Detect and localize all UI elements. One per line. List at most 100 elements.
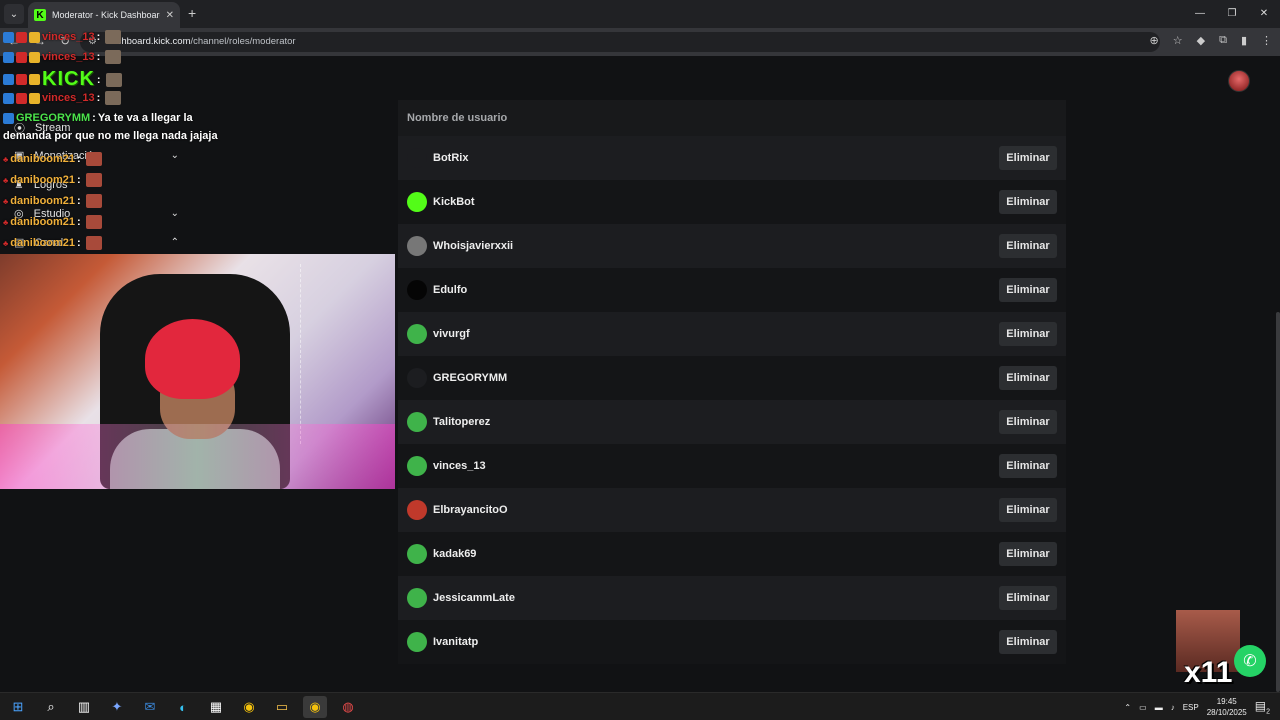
monetization-icon: ▣ <box>14 150 25 162</box>
avatar <box>407 280 427 300</box>
moderator-username: ElbrayancitoO <box>433 504 508 516</box>
chevron-down-icon: ⌄ <box>170 150 179 161</box>
browser-tab-bar: ⌄ K Moderator - Kick Dashboard ✕ + — ❐ ✕ <box>0 0 1280 28</box>
close-window-icon[interactable]: ✕ <box>1248 0 1280 28</box>
bookmark-star-icon[interactable]: ☆ <box>1173 34 1183 47</box>
sidebar-item-label: Stream <box>35 122 71 134</box>
channel-icon: ▤ <box>14 237 25 249</box>
minimize-icon[interactable]: — <box>1184 0 1216 28</box>
clock[interactable]: 19:45 28/10/2025 <box>1207 696 1247 718</box>
language-indicator[interactable]: ESP <box>1183 703 1199 712</box>
chevron-up-icon: ⌃ <box>170 237 179 248</box>
tab-search-button[interactable]: ⌄ <box>4 4 24 24</box>
url-host: dashboard.kick.com <box>106 36 191 47</box>
browser-tab-active[interactable]: K Moderator - Kick Dashboard ✕ <box>28 2 180 28</box>
table-row: Whoisjavierxxii Eliminar <box>398 224 1066 268</box>
windows-start-icon[interactable]: ⊞ <box>6 696 30 718</box>
avatar <box>407 588 427 608</box>
outlook-icon[interactable]: ✉ <box>138 696 162 718</box>
zoom-icon[interactable]: ⊕ <box>1150 34 1159 47</box>
sidebar-item-achievements[interactable]: ♜ Logros <box>14 178 179 192</box>
remove-moderator-button[interactable]: Eliminar <box>999 234 1057 258</box>
table-row: BotRix Eliminar <box>398 136 1066 180</box>
nav-buttons: ← → ↻ <box>8 34 70 48</box>
moderator-username: BotRix <box>433 152 469 164</box>
reaction-count: x11 <box>1184 656 1233 689</box>
browser-address-bar: ← → ↻ ⚙ dashboard.kick.com/channel/roles… <box>0 28 1280 56</box>
remove-moderator-button[interactable]: Eliminar <box>999 146 1057 170</box>
remove-moderator-button[interactable]: Eliminar <box>999 190 1057 214</box>
remove-moderator-button[interactable]: Eliminar <box>999 322 1057 346</box>
menu-kebab-icon[interactable]: ⋮ <box>1261 34 1272 47</box>
restore-icon[interactable]: ❐ <box>1216 0 1248 28</box>
moderator-username: GREGORYMM <box>433 372 508 384</box>
table-row: Ivanitatp Eliminar <box>398 620 1066 664</box>
table-row: vinces_13 Eliminar <box>398 444 1066 488</box>
tab-close-icon[interactable]: ✕ <box>166 10 174 21</box>
sidebar-item-studio[interactable]: ◎ Estudio ⌄ <box>14 207 179 221</box>
remove-moderator-button[interactable]: Eliminar <box>999 498 1057 522</box>
sidebar-item-label: Canal <box>34 236 64 249</box>
moderators-table: Nombre de usuario BotRix Eliminar KickBot E… <box>398 100 1066 664</box>
kick-favicon-icon: K <box>34 9 46 21</box>
avatar <box>407 192 427 212</box>
chrome-active-icon[interactable]: ◉ <box>303 696 327 718</box>
obs-icon[interactable]: ◍ <box>336 696 360 718</box>
trophy-icon: ♜ <box>14 179 24 191</box>
edge-icon[interactable]: ◐ <box>171 696 195 718</box>
remove-moderator-button[interactable]: Eliminar <box>999 630 1057 654</box>
new-tab-button[interactable]: + <box>188 5 196 21</box>
chevron-up-icon[interactable]: ⌃ <box>1124 703 1131 712</box>
forward-icon[interactable]: → <box>34 34 46 48</box>
remove-moderator-button[interactable]: Eliminar <box>999 542 1057 566</box>
table-row: JessicammLate Eliminar <box>398 576 1066 620</box>
copilot-icon[interactable]: ✦ <box>105 696 129 718</box>
reload-icon[interactable]: ↻ <box>60 34 70 48</box>
avatar <box>407 456 427 476</box>
moderator-username: vivurgf <box>433 328 470 340</box>
remove-moderator-button[interactable]: Eliminar <box>999 454 1057 478</box>
extensions-puzzle-icon[interactable]: ⧉ <box>1219 34 1227 47</box>
stream-icon: ⦿ <box>14 123 25 135</box>
table-row: ElbrayancitoO Eliminar <box>398 488 1066 532</box>
page-scrollbar[interactable] <box>1276 312 1280 692</box>
table-row: KickBot Eliminar <box>398 180 1066 224</box>
remove-moderator-button[interactable]: Eliminar <box>999 586 1057 610</box>
back-icon[interactable]: ← <box>8 34 20 48</box>
taskbar-apps: ⊞ ⌕ ▥ ✦ ✉ ◐ ▦ ◉ ▭ ◉ ◍ <box>6 696 360 718</box>
task-view-icon[interactable]: ▥ <box>72 696 96 718</box>
url-path: /channel/roles/moderator <box>190 36 296 47</box>
remove-moderator-button[interactable]: Eliminar <box>999 366 1057 390</box>
extension-diamond-icon[interactable]: ◆ <box>1197 34 1205 47</box>
moderator-username: vinces_13 <box>433 460 486 472</box>
url-field[interactable]: ⚙ dashboard.kick.com/channel/roles/moder… <box>80 32 1160 52</box>
store-icon[interactable]: ▦ <box>204 696 228 718</box>
clock-time: 19:45 <box>1216 697 1237 706</box>
notifications-icon[interactable]: ▤2 <box>1255 699 1270 715</box>
search-icon[interactable]: ⌕ <box>39 696 63 718</box>
site-info-icon[interactable]: ⚙ <box>88 36 97 47</box>
moderator-username: Edulfo <box>433 284 468 296</box>
network-icon[interactable]: ▭ <box>1139 703 1147 712</box>
chrome-icon[interactable]: ◉ <box>237 696 261 718</box>
sidebar-item-label: Monetización <box>34 149 100 162</box>
moderator-username: Ivanitatp <box>433 636 479 648</box>
avatar <box>407 500 427 520</box>
sidebar-item-channel[interactable]: ▤ Canal ⌃ <box>14 236 179 250</box>
volume-icon[interactable]: ♪ <box>1171 703 1175 712</box>
battery-icon[interactable]: ▬ <box>1155 703 1163 712</box>
column-header-username: Nombre de usuario <box>398 100 1066 136</box>
avatar <box>407 148 427 168</box>
sidebar-item-monetization[interactable]: ▣ Monetización ⌄ <box>14 149 179 163</box>
remove-moderator-button[interactable]: Eliminar <box>999 410 1057 434</box>
sidebar-item-stream[interactable]: ⦿ Stream <box>14 120 179 136</box>
file-explorer-icon[interactable]: ▭ <box>270 696 294 718</box>
user-avatar[interactable] <box>1228 70 1250 92</box>
avatar <box>407 236 427 256</box>
whatsapp-icon[interactable]: ✆ <box>1234 645 1266 677</box>
profile-icon[interactable]: ▮ <box>1241 34 1247 47</box>
webcam-overlay <box>0 254 395 489</box>
remove-moderator-button[interactable]: Eliminar <box>999 278 1057 302</box>
moderator-username: Whoisjavierxxii <box>433 240 514 252</box>
avatar <box>407 544 427 564</box>
